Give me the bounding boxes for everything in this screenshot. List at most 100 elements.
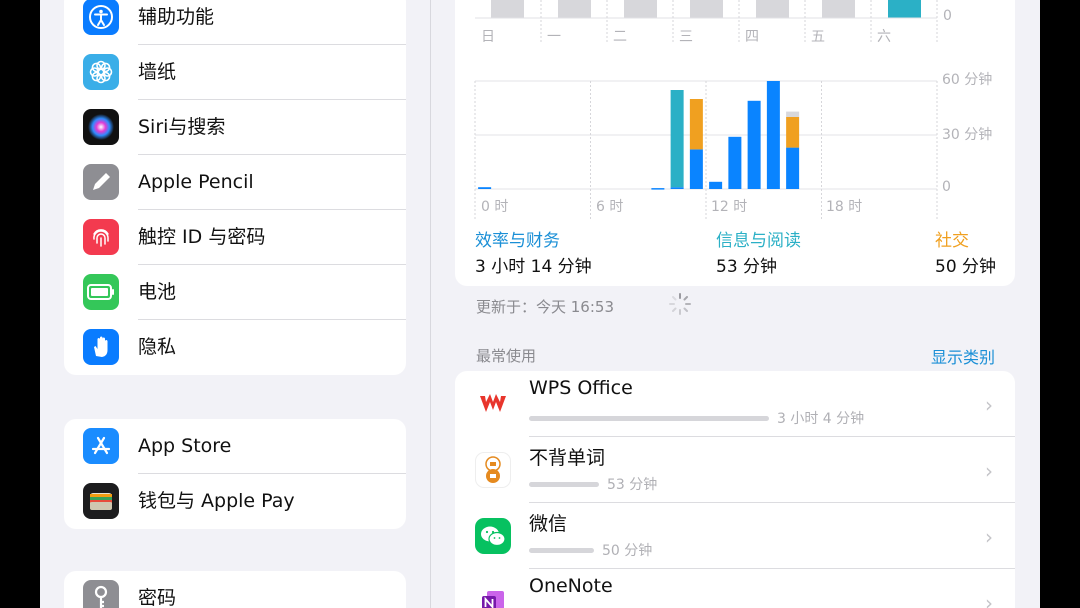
fingerprint-icon	[83, 219, 119, 255]
sidebar-item-label: Apple Pencil	[138, 171, 254, 193]
weekly-bar-sun	[491, 0, 524, 18]
sidebar-item-label: 密码	[138, 587, 177, 608]
hand-icon	[83, 329, 119, 365]
sidebar-item-passwords[interactable]: 密码	[64, 571, 406, 608]
hourly-bar-segment	[709, 181, 723, 189]
hourly-bar-segment	[689, 99, 703, 150]
settings-group-store: App Store 钱包与 Apple Pay	[64, 419, 406, 529]
weekly-day-label: 一	[547, 29, 561, 45]
usage-chart-card: 0 日 一 二 三 四 五 六 60 分钟 30 分钟 0 0 时 6 时 12…	[455, 0, 1015, 286]
weekly-bar-tue	[624, 0, 657, 18]
hourly-x-tick: 0 时	[481, 199, 509, 215]
loading-spinner-icon	[668, 292, 692, 316]
onenote-icon	[475, 584, 511, 608]
category-name-social: 社交	[935, 231, 969, 251]
app-row-bubei[interactable]: 不背单词 53 分钟 ›	[455, 437, 1015, 503]
sidebar-item-label: 钱包与 Apple Pay	[138, 490, 295, 512]
siri-icon	[83, 109, 119, 145]
chevron-right-icon: ›	[985, 459, 993, 483]
usage-bar	[529, 416, 769, 421]
app-row-wps[interactable]: WPS Office 3 小时 4 分钟 ›	[455, 371, 1015, 437]
weekly-bars	[491, 0, 921, 18]
chevron-right-icon: ›	[985, 591, 993, 608]
chevron-right-icon: ›	[985, 525, 993, 549]
wallet-icon	[83, 483, 119, 519]
category-time-productivity: 3 小时 14 分钟	[475, 257, 592, 277]
bubei-danci-icon	[475, 452, 511, 488]
settings-sidebar: 辅助功能 墙纸 Siri与搜索 Apple Pencil 触控 ID 与密码 电…	[40, 0, 430, 608]
hourly-bar-segment	[670, 187, 684, 189]
app-name: OneNote	[529, 575, 613, 597]
sidebar-item-apple-pencil[interactable]: Apple Pencil	[64, 155, 406, 210]
hourly-bar-segment	[651, 188, 665, 190]
weekly-day-label: 二	[613, 29, 627, 45]
sidebar-item-accessibility[interactable]: 辅助功能	[64, 0, 406, 45]
hourly-y-tick: 60 分钟	[942, 72, 993, 88]
category-time-reading: 53 分钟	[716, 257, 778, 277]
updated-timestamp: 更新于：今天 16:53	[476, 298, 614, 316]
weekly-bar-mon	[558, 0, 591, 18]
sidebar-item-label: 电池	[138, 281, 177, 303]
category-name-productivity: 效率与财务	[475, 231, 560, 251]
weekly-day-label: 四	[745, 29, 759, 45]
hourly-bar-segment	[670, 90, 684, 188]
ipad-screen: 辅助功能 墙纸 Siri与搜索 Apple Pencil 触控 ID 与密码 电…	[40, 0, 1040, 608]
sidebar-item-label: 隐私	[138, 336, 177, 358]
hourly-bar-segment	[478, 187, 492, 189]
battery-icon	[83, 274, 119, 310]
sidebar-item-label: 辅助功能	[138, 6, 215, 28]
weekly-y-zero: 0	[943, 8, 952, 24]
sidebar-item-privacy[interactable]: 隐私	[64, 320, 406, 375]
sidebar-item-label: 触控 ID 与密码	[138, 226, 266, 248]
hourly-bar-segment	[786, 147, 800, 189]
accessibility-icon	[83, 0, 119, 35]
hourly-bar-segment	[689, 149, 703, 189]
hourly-bar-segment	[766, 81, 780, 189]
app-name: 不背单词	[529, 447, 606, 469]
key-icon	[83, 580, 119, 608]
hourly-bar-segment	[786, 111, 800, 117]
show-categories-button[interactable]: 显示类别	[931, 344, 995, 368]
pencil-icon	[83, 164, 119, 200]
chevron-right-icon: ›	[985, 393, 993, 417]
hourly-bar-segment	[747, 100, 761, 189]
weekly-day-label: 三	[679, 29, 693, 45]
hourly-y-tick: 30 分钟	[942, 127, 993, 143]
sidebar-item-battery[interactable]: 电池	[64, 265, 406, 320]
category-time-social: 50 分钟	[935, 257, 997, 277]
sidebar-item-siri[interactable]: Siri与搜索	[64, 100, 406, 155]
sidebar-item-label: Siri与搜索	[138, 116, 226, 138]
hourly-x-tick: 18 时	[826, 199, 863, 215]
hourly-bar-segment	[728, 136, 742, 189]
weekly-day-label: 六	[877, 29, 891, 45]
screen-time-detail: 0 日 一 二 三 四 五 六 60 分钟 30 分钟 0 0 时 6 时 12…	[431, 0, 1040, 608]
weekly-bar-sat	[888, 0, 921, 18]
sidebar-item-label: App Store	[138, 435, 232, 457]
app-usage-time: 53 分钟	[607, 477, 658, 493]
most-used-title: 最常使用	[476, 347, 537, 365]
app-usage-time: 3 小时 4 分钟	[777, 411, 865, 427]
weekly-day-label: 日	[481, 29, 495, 45]
hourly-bar-segment	[786, 117, 800, 148]
app-row-onenote[interactable]: OneNote ›	[455, 569, 1015, 608]
sidebar-item-wallet[interactable]: 钱包与 Apple Pay	[64, 474, 406, 529]
sidebar-item-label: 墙纸	[138, 61, 177, 83]
weekly-chart	[475, 0, 938, 42]
hourly-x-tick: 12 时	[711, 199, 748, 215]
most-used-list: WPS Office 3 小时 4 分钟 › 不背单词 53 分钟 › 微信 5…	[455, 371, 1015, 608]
wps-office-icon	[475, 386, 511, 422]
sidebar-item-app-store[interactable]: App Store	[64, 419, 406, 474]
weekly-bar-wed	[690, 0, 723, 18]
app-usage-time: 50 分钟	[602, 543, 653, 559]
weekly-day-label: 五	[811, 29, 825, 45]
hourly-x-tick: 6 时	[596, 199, 624, 215]
sidebar-item-touch-id[interactable]: 触控 ID 与密码	[64, 210, 406, 265]
app-store-icon	[83, 428, 119, 464]
category-name-reading: 信息与阅读	[716, 231, 801, 251]
sidebar-item-wallpaper[interactable]: 墙纸	[64, 45, 406, 100]
wallpaper-flower-icon	[83, 54, 119, 90]
app-name: 微信	[529, 513, 568, 535]
usage-bar	[529, 482, 599, 487]
app-row-wechat[interactable]: 微信 50 分钟 ›	[455, 503, 1015, 569]
settings-group-general: 辅助功能 墙纸 Siri与搜索 Apple Pencil 触控 ID 与密码 电…	[64, 0, 406, 375]
